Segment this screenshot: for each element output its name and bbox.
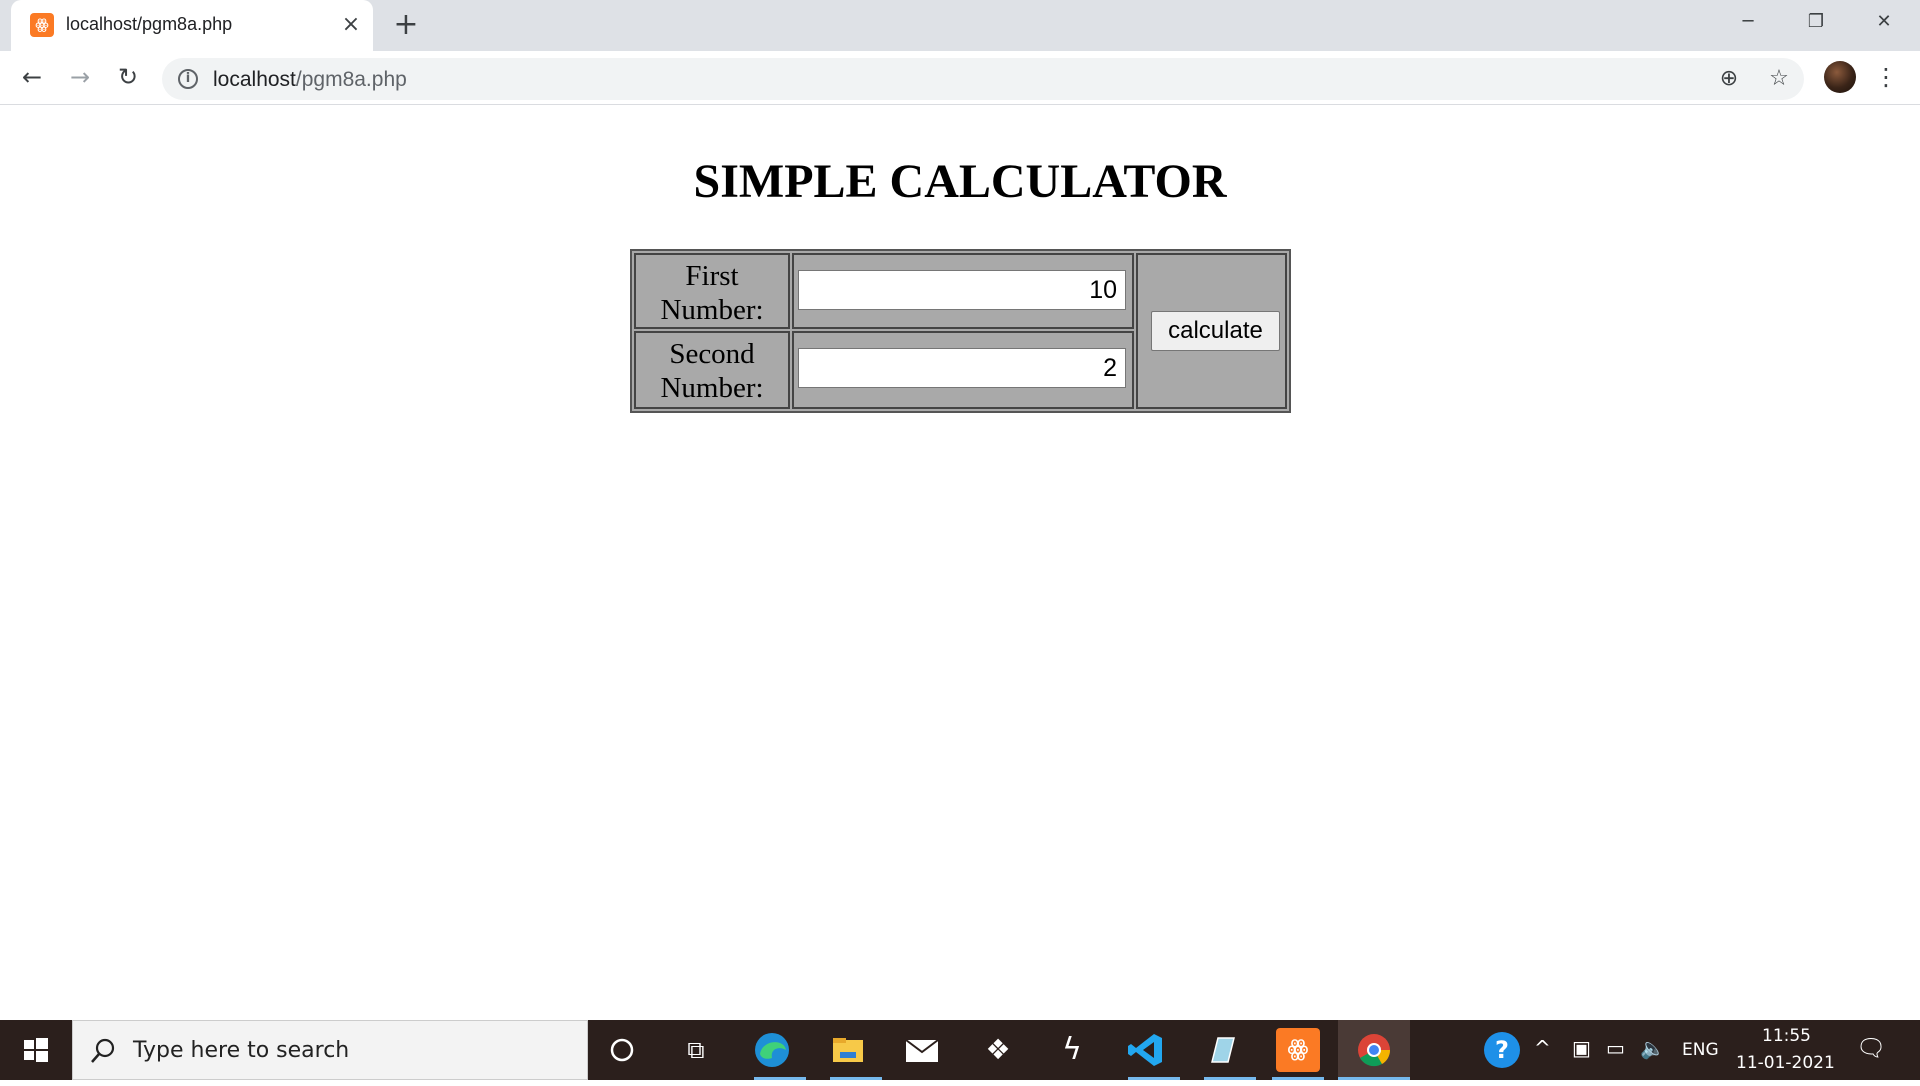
second-number-cell: 2 bbox=[792, 331, 1134, 409]
calculate-button[interactable]: calculate bbox=[1151, 311, 1280, 351]
start-button[interactable] bbox=[0, 1020, 72, 1080]
url-text[interactable]: localhost/pgm8a.php bbox=[213, 68, 407, 92]
edge-icon[interactable] bbox=[750, 1028, 794, 1072]
sublime-text-icon[interactable]: ϟ bbox=[1050, 1028, 1094, 1072]
second-number-input[interactable]: 2 bbox=[798, 348, 1126, 388]
second-label-line1: Second bbox=[669, 338, 755, 370]
battery-icon[interactable]: ▭ bbox=[1606, 1036, 1625, 1060]
forward-icon[interactable]: → bbox=[62, 59, 98, 95]
zoom-icon[interactable]: ⊕ bbox=[1716, 66, 1742, 92]
minimize-icon[interactable]: ─ bbox=[1714, 0, 1782, 44]
second-number-label: Second Number: bbox=[634, 331, 790, 409]
first-number-label: First Number: bbox=[634, 253, 790, 329]
reload-icon[interactable]: ↻ bbox=[110, 59, 146, 95]
windows-taskbar: Type here to search ⧉ ❖ ϟ ꙮ ? ^ ▣ ▭ 🔈 EN… bbox=[0, 1020, 1920, 1080]
back-icon[interactable]: ← bbox=[14, 59, 50, 95]
first-number-cell: 10 bbox=[792, 253, 1134, 329]
calculator-form-table: First Number: 10 Second Number: 2 calcul… bbox=[630, 249, 1291, 413]
xampp-icon[interactable]: ꙮ bbox=[1276, 1028, 1320, 1072]
volume-icon[interactable]: 🔈 bbox=[1640, 1036, 1665, 1060]
search-placeholder: Type here to search bbox=[133, 1038, 350, 1063]
windows-logo-icon bbox=[24, 1038, 48, 1062]
task-view-icon[interactable]: ⧉ bbox=[674, 1028, 718, 1072]
file-explorer-icon[interactable] bbox=[826, 1028, 870, 1072]
clock-date[interactable]: 11-01-2021 bbox=[1736, 1053, 1835, 1073]
taskbar-search-box[interactable]: Type here to search bbox=[72, 1020, 588, 1080]
search-icon bbox=[91, 1038, 115, 1063]
mail-icon[interactable] bbox=[900, 1028, 944, 1072]
help-icon[interactable]: ? bbox=[1484, 1032, 1520, 1068]
notifications-icon[interactable]: 🗨 bbox=[1856, 1034, 1886, 1062]
calculate-cell: calculate bbox=[1136, 253, 1287, 409]
bookmark-star-icon[interactable]: ☆ bbox=[1766, 66, 1792, 92]
first-label-line1: First bbox=[685, 260, 739, 292]
xampp-favicon-icon: ꙮ bbox=[30, 13, 54, 37]
notepad-icon[interactable] bbox=[1200, 1028, 1244, 1072]
close-window-icon[interactable]: ✕ bbox=[1850, 0, 1918, 44]
page-content: SIMPLE CALCULATOR First Number: 10 Secon… bbox=[0, 106, 1920, 1020]
tab-close-icon[interactable]: × bbox=[336, 10, 366, 40]
site-info-icon[interactable]: i bbox=[178, 69, 198, 89]
chrome-icon[interactable] bbox=[1352, 1028, 1396, 1072]
dropbox-icon[interactable]: ❖ bbox=[976, 1028, 1020, 1072]
second-label-line2: Number: bbox=[660, 372, 764, 404]
cortana-icon[interactable] bbox=[600, 1028, 644, 1072]
clock-time[interactable]: 11:55 bbox=[1762, 1026, 1811, 1046]
language-indicator[interactable]: ENG bbox=[1682, 1040, 1719, 1060]
first-number-input[interactable]: 10 bbox=[798, 270, 1126, 310]
new-tab-icon[interactable]: + bbox=[390, 9, 422, 41]
browser-tab[interactable]: ꙮ localhost/pgm8a.php × bbox=[11, 0, 373, 51]
restore-icon[interactable]: ❐ bbox=[1782, 0, 1850, 44]
tab-title: localhost/pgm8a.php bbox=[66, 14, 233, 34]
browser-toolbar: ← → ↻ i localhost/pgm8a.php ⊕ ☆ ⋮ bbox=[0, 51, 1920, 105]
first-label-line2: Number: bbox=[660, 294, 764, 326]
show-hidden-icons-chevron-icon[interactable]: ^ bbox=[1534, 1036, 1551, 1060]
vscode-icon[interactable] bbox=[1124, 1028, 1168, 1072]
address-bar[interactable]: i localhost/pgm8a.php ⊕ ☆ bbox=[162, 58, 1804, 100]
profile-avatar[interactable] bbox=[1824, 61, 1856, 93]
page-title: SIMPLE CALCULATOR bbox=[693, 155, 1227, 208]
tab-strip: ꙮ localhost/pgm8a.php × + ─ ❐ ✕ bbox=[0, 0, 1920, 51]
menu-dots-icon[interactable]: ⋮ bbox=[1874, 59, 1898, 95]
device-icon[interactable]: ▣ bbox=[1572, 1036, 1591, 1060]
